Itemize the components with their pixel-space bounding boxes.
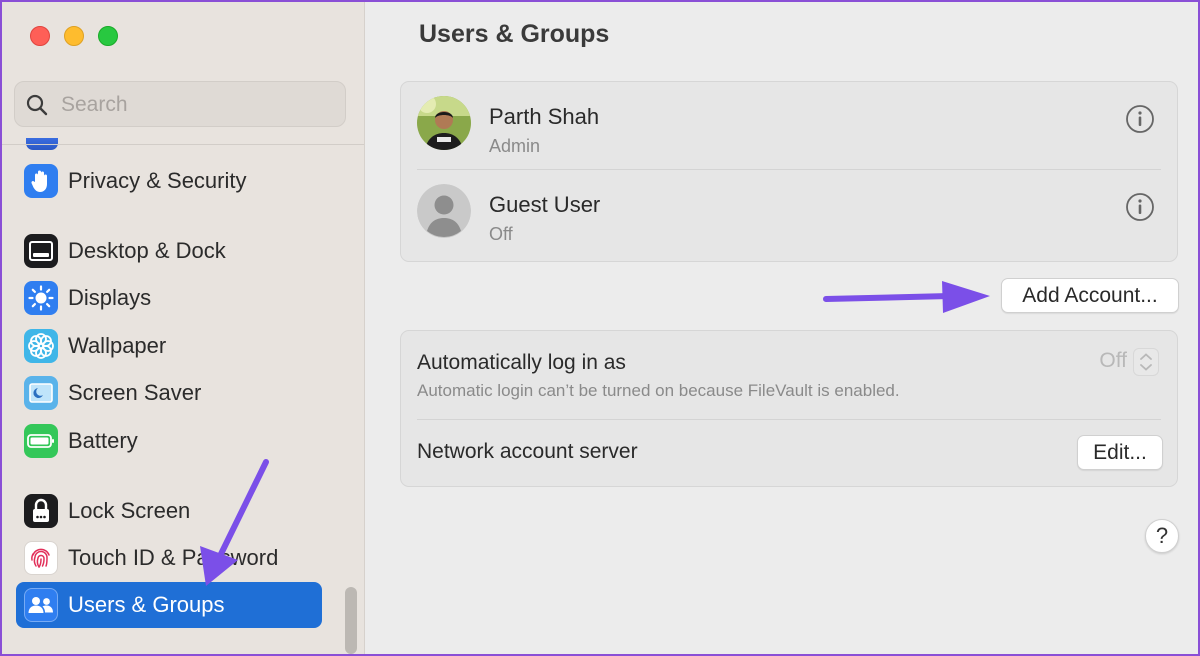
edit-button[interactable]: Edit...	[1077, 435, 1163, 470]
auto-login-description: Automatic login can’t be turned on becau…	[417, 381, 900, 400]
sidebar-item-label: Lock Screen	[68, 498, 191, 523]
battery-icon	[24, 424, 58, 458]
sidebar-item-battery[interactable]: Battery	[16, 418, 322, 464]
window-controls	[30, 26, 118, 46]
sidebar-item-privacy-security[interactable]: Privacy & Security	[16, 158, 322, 204]
sidebar-item-label: Privacy & Security	[68, 168, 247, 193]
info-icon[interactable]	[1125, 192, 1155, 222]
sidebar-item-label: Wallpaper	[68, 333, 167, 358]
sidebar: Privacy & Security Desktop & Dock	[2, 2, 365, 654]
zoom-window-button[interactable]	[98, 26, 118, 46]
window: Privacy & Security Desktop & Dock	[0, 0, 1200, 656]
screensaver-icon	[24, 376, 58, 410]
page-title: Users & Groups	[419, 20, 610, 48]
sidebar-item-screen-saver[interactable]: Screen Saver	[16, 370, 322, 416]
help-button[interactable]: ?	[1145, 519, 1179, 553]
auto-login-label: Automatically log in as	[417, 351, 626, 374]
sidebar-item-label: Users & Groups	[68, 592, 225, 617]
updown-chevron-icon[interactable]	[1133, 348, 1159, 376]
user-name: Parth Shah	[489, 104, 600, 129]
hand-icon	[24, 164, 58, 198]
sidebar-item-label: Desktop & Dock	[68, 238, 226, 263]
avatar	[417, 96, 471, 150]
sidebar-item-label: Screen Saver	[68, 380, 202, 405]
sidebar-item-label: Displays	[68, 285, 152, 310]
search-input[interactable]	[59, 90, 333, 120]
lock-icon	[24, 494, 58, 528]
login-settings: Automatically log in as Automatic login …	[400, 330, 1178, 487]
sidebar-item-wallpaper[interactable]: Wallpaper	[16, 323, 322, 369]
info-icon[interactable]	[1125, 104, 1155, 134]
user-row-parth-shah[interactable]: Parth Shah Admin	[401, 82, 1179, 168]
auto-login-select[interactable]: Off	[1099, 349, 1127, 373]
main-pane: Users & Groups Parth Shah Admin Guest Us…	[365, 2, 1198, 654]
user-name: Guest User	[489, 192, 601, 217]
add-account-button[interactable]: Add Account...	[1001, 278, 1179, 313]
user-role: Off	[489, 224, 513, 244]
sidebar-item-desktop-dock[interactable]: Desktop & Dock	[16, 228, 322, 274]
user-role: Admin	[489, 136, 541, 156]
dock-icon	[24, 234, 58, 268]
sidebar-item-displays[interactable]: Displays	[16, 275, 322, 321]
guest-avatar-icon	[417, 184, 471, 238]
sidebar-scrollbar[interactable]	[345, 587, 357, 654]
minimize-window-button[interactable]	[64, 26, 84, 46]
sidebar-item-label: Touch ID & Password	[68, 545, 279, 570]
sidebar-item-users-groups[interactable]: Users & Groups	[16, 582, 322, 628]
fingerprint-icon	[24, 541, 58, 575]
sidebar-item-label: Battery	[68, 428, 138, 453]
row-divider	[417, 419, 1161, 420]
sidebar-item-lock-screen[interactable]: Lock Screen	[16, 488, 322, 534]
users-icon	[24, 588, 58, 622]
sun-icon	[24, 281, 58, 315]
network-account-label: Network account server	[417, 440, 638, 463]
search-field[interactable]	[14, 81, 346, 127]
user-row-guest-user[interactable]: Guest User Off	[401, 170, 1179, 256]
flower-icon	[24, 329, 58, 363]
search-icon	[26, 94, 48, 116]
close-window-button[interactable]	[30, 26, 50, 46]
sidebar-item-touch-id-password[interactable]: Touch ID & Password	[16, 535, 322, 581]
sidebar-divider	[2, 144, 364, 145]
users-list: Parth Shah Admin Guest User Off	[400, 81, 1178, 262]
